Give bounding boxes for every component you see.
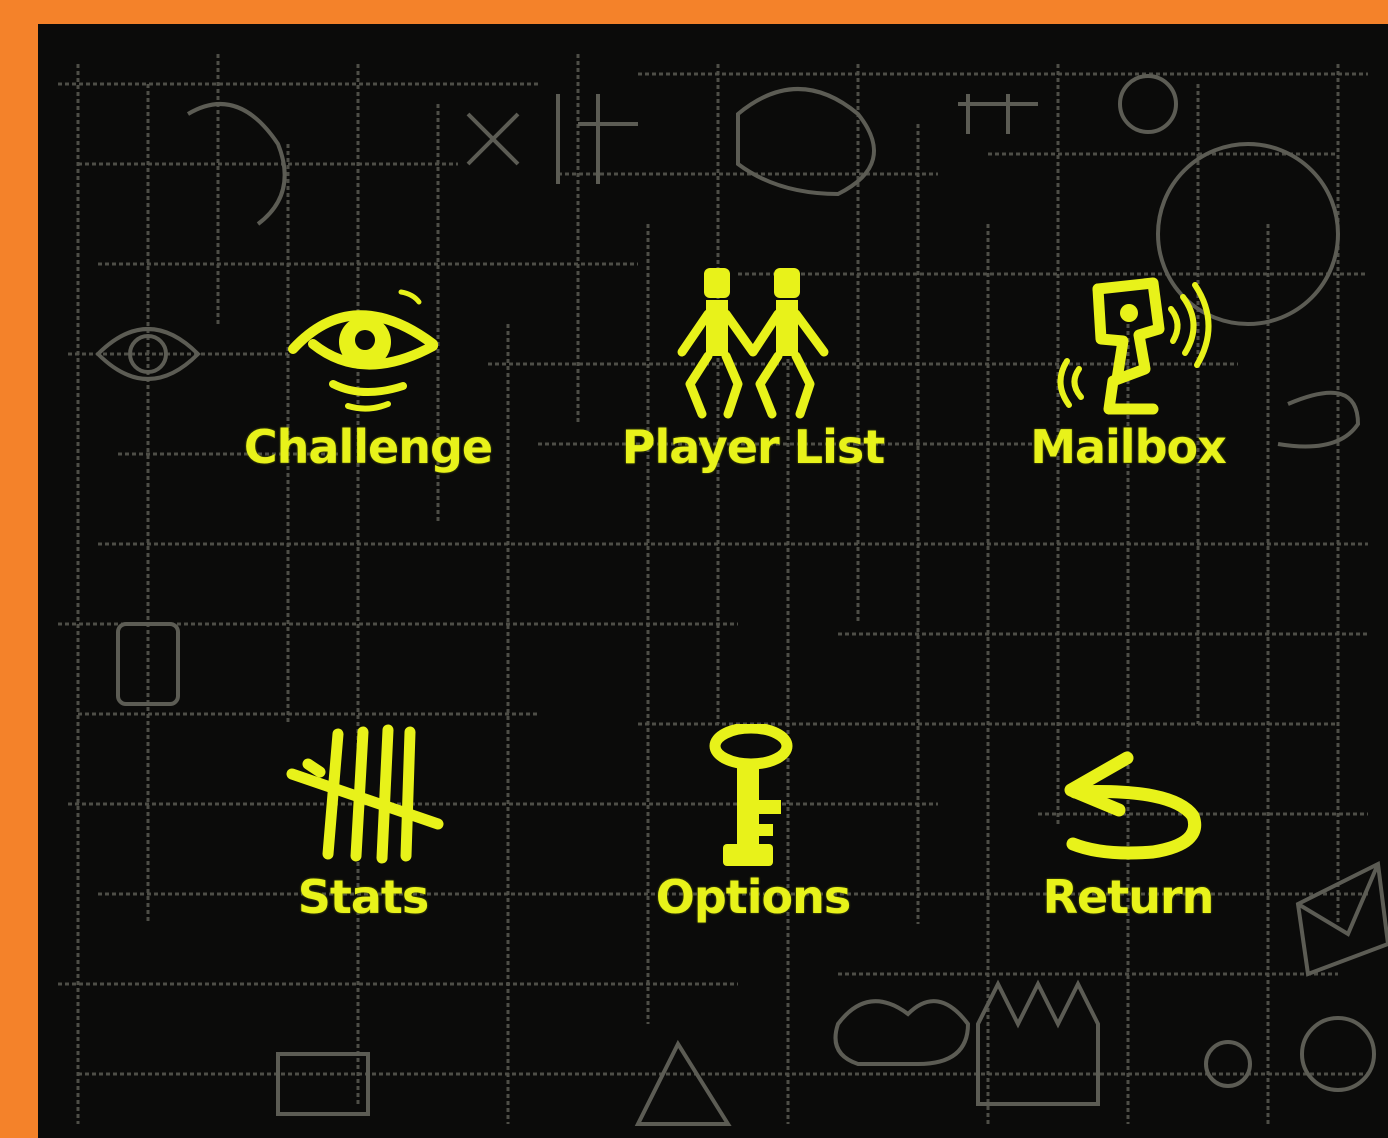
mailbox-button[interactable]: Mailbox: [998, 269, 1258, 470]
return-arrow-icon: [1064, 751, 1201, 860]
stats-label: Stats: [297, 870, 430, 924]
mailbox-label: Mailbox: [1030, 420, 1227, 474]
tally-marks-icon: [286, 724, 444, 864]
menu-screen: Challenge Player List Mailbox Stats Opti…: [38, 24, 1388, 1138]
two-people-icon: [677, 268, 829, 419]
player-list-button[interactable]: Player List: [598, 264, 908, 470]
challenge-button[interactable]: Challenge: [218, 274, 518, 470]
stats-button[interactable]: Stats: [238, 724, 488, 920]
key-icon: [709, 724, 793, 866]
circuit-pattern-background: [58, 54, 1388, 1126]
return-button[interactable]: Return: [1013, 744, 1243, 920]
player-list-label: Player List: [621, 420, 885, 474]
return-label: Return: [1042, 870, 1215, 924]
mailbox-speaker-icon: [1057, 277, 1212, 415]
options-label: Options: [655, 870, 852, 924]
eye-icon: [288, 289, 438, 412]
options-button[interactable]: Options: [613, 724, 893, 920]
challenge-label: Challenge: [243, 420, 493, 474]
